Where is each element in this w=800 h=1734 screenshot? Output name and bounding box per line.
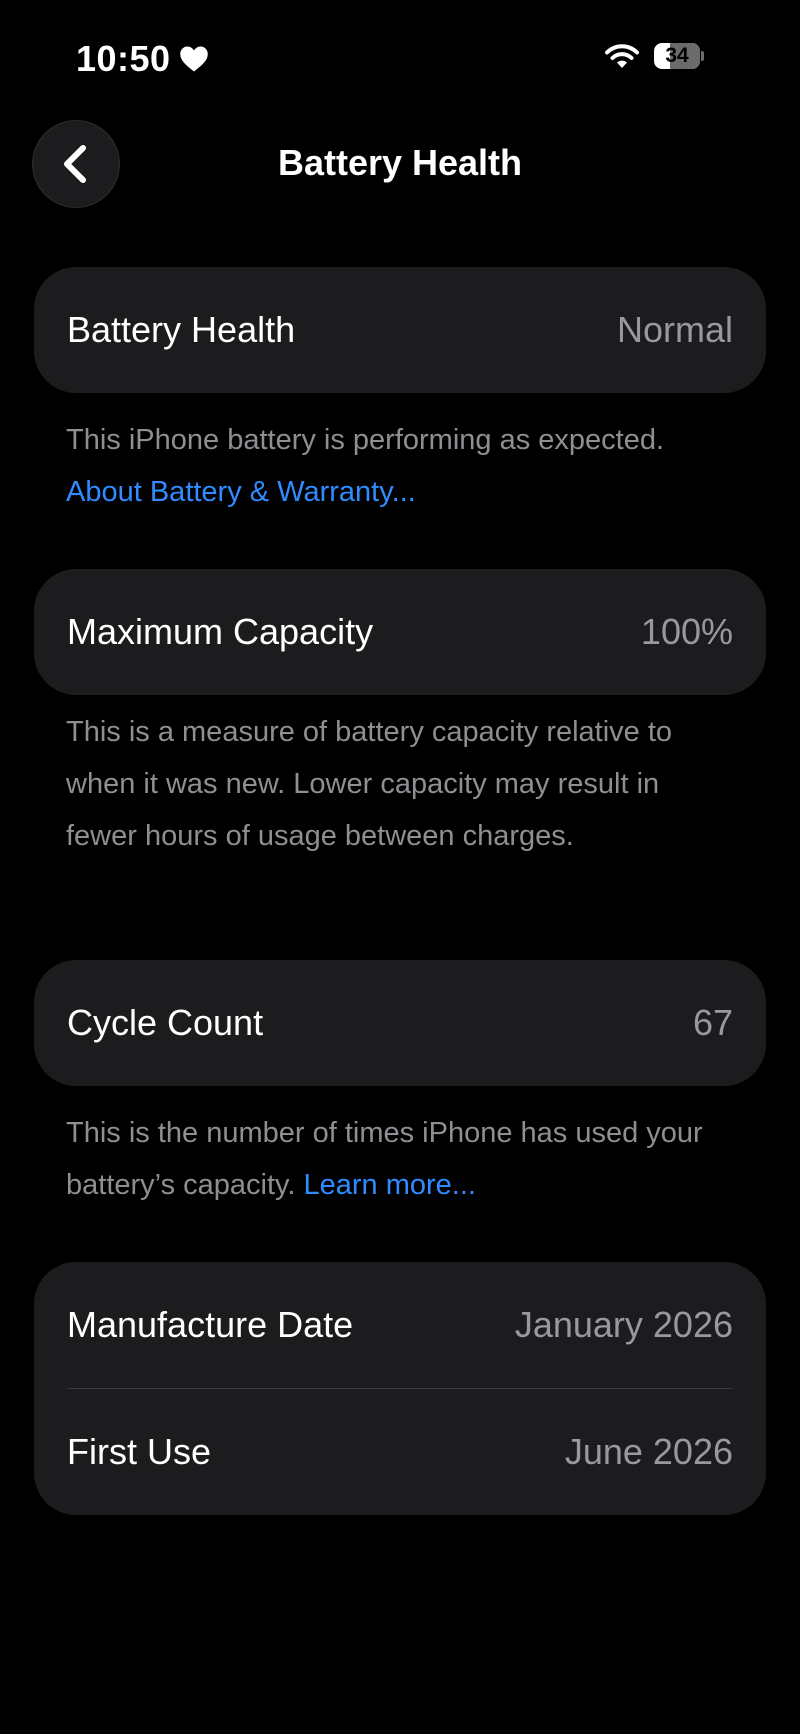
- maximum-capacity-label: Maximum Capacity: [67, 611, 374, 652]
- cycle-count-value: 67: [692, 1002, 733, 1043]
- battery-health-description: This iPhone battery is performing as exp…: [66, 414, 736, 518]
- clock-text: 10:50: [76, 38, 171, 79]
- manufacture-date-row: Manufacture Date January 2026: [67, 1262, 733, 1388]
- first-use-label: First Use: [67, 1431, 211, 1472]
- page-title: Battery Health: [277, 142, 523, 183]
- first-use-value: June 2026: [564, 1431, 733, 1472]
- wifi-icon: [605, 44, 639, 68]
- heart-icon: [179, 46, 208, 72]
- status-indicators: 34: [604, 42, 704, 70]
- maximum-capacity-value: 100%: [640, 611, 733, 652]
- battery-health-label: Battery Health: [67, 309, 296, 350]
- manufacture-date-label: Manufacture Date: [67, 1304, 354, 1345]
- battery-icon: 34: [654, 42, 704, 70]
- status-time: 10:50: [76, 38, 209, 80]
- maximum-capacity-description: This is a measure of battery capacity re…: [66, 716, 673, 852]
- learn-more-link[interactable]: Learn more...: [304, 1169, 476, 1201]
- cycle-count-row: Cycle Count 67: [67, 960, 733, 1086]
- battery-body: 34: [654, 43, 700, 69]
- battery-health-value: Normal: [616, 309, 733, 350]
- battery-health-description-text: This iPhone battery is performing as exp…: [66, 424, 665, 456]
- manufacture-date-value: January 2026: [514, 1304, 733, 1345]
- cycle-count-card: Cycle Count 67: [34, 960, 766, 1086]
- about-battery-warranty-link[interactable]: About Battery & Warranty...: [66, 476, 416, 508]
- battery-health-card: Battery Health Normal: [34, 267, 766, 393]
- battery-cap: [701, 51, 704, 61]
- dates-card: Manufacture Date January 2026 First Use …: [34, 1262, 766, 1515]
- cycle-count-label: Cycle Count: [67, 1002, 264, 1043]
- maximum-capacity-row: Maximum Capacity 100%: [67, 569, 733, 695]
- battery-percentage: 34: [665, 44, 689, 67]
- maximum-capacity-card: Maximum Capacity 100%: [34, 569, 766, 695]
- cycle-count-description: This is the number of times iPhone has u…: [66, 1107, 736, 1211]
- first-use-row: First Use June 2026: [67, 1389, 733, 1515]
- status-bar: 10:50 34: [0, 0, 800, 120]
- battery-health-row: Battery Health Normal: [67, 267, 733, 393]
